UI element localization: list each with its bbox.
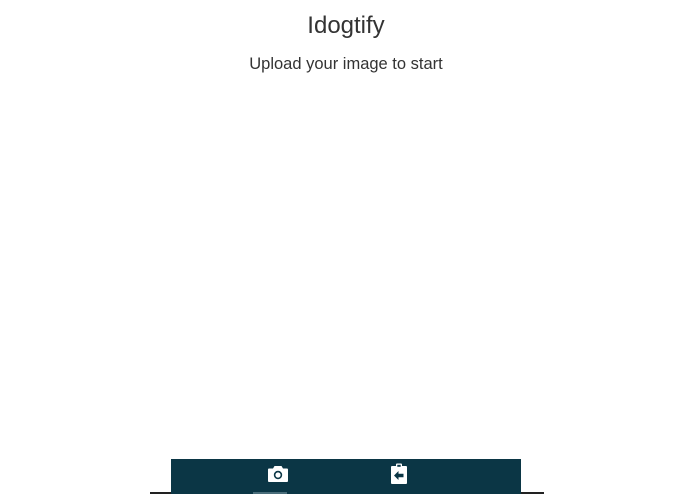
- app-title: Idogtify: [307, 12, 385, 39]
- bottom-toolbar: [171, 459, 521, 494]
- upload-instruction: Upload your image to start: [249, 55, 443, 73]
- camera-icon: [267, 465, 289, 488]
- app-page: Idogtify Upload your image to start: [0, 0, 695, 494]
- camera-button[interactable]: [243, 459, 313, 494]
- clipboard-paste-icon: [390, 463, 408, 490]
- paste-image-button[interactable]: [364, 459, 434, 494]
